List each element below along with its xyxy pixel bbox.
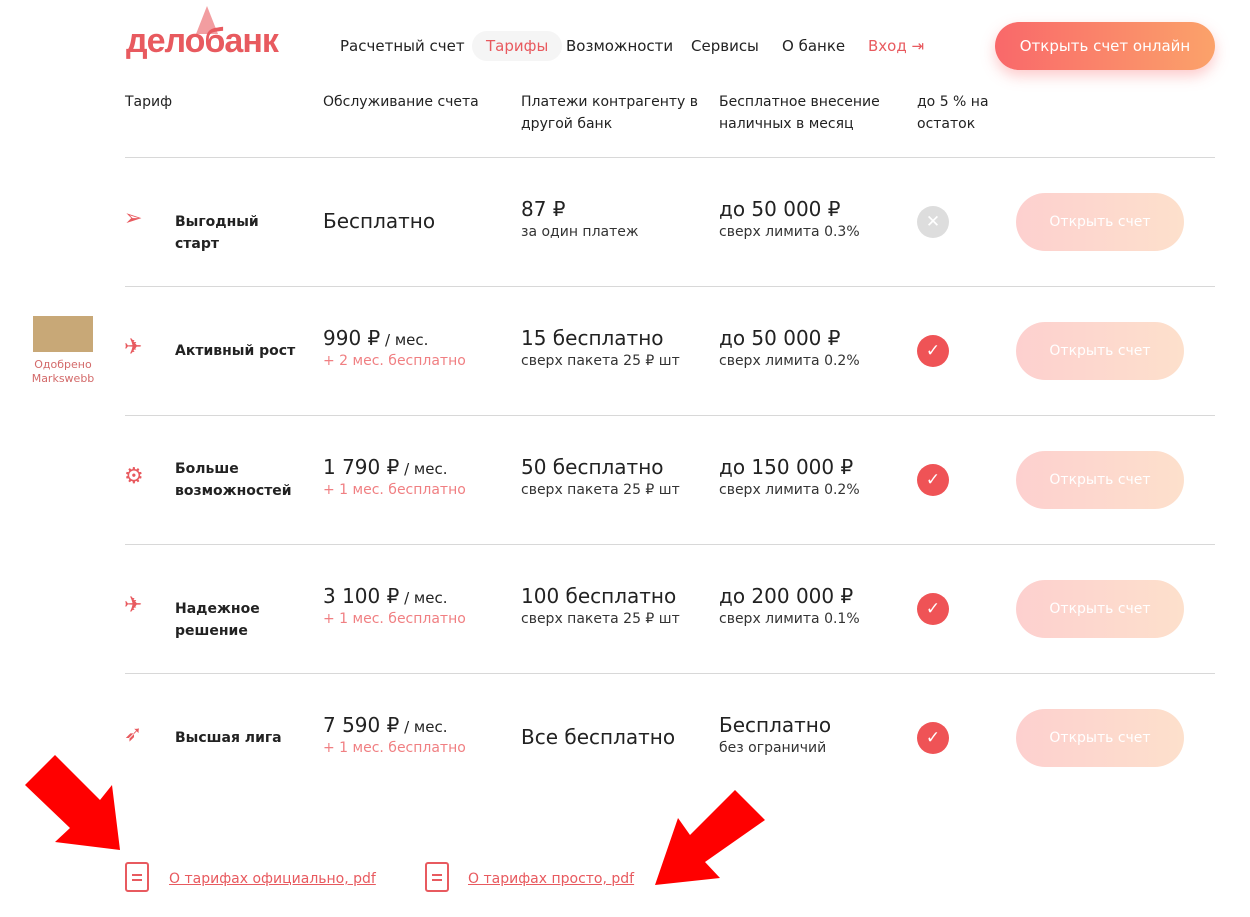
service-price: 3 100 ₽ / мес. bbox=[323, 583, 448, 611]
service-price: Бесплатно bbox=[323, 208, 435, 236]
price-value: 990 ₽ bbox=[323, 326, 381, 350]
row-divider bbox=[125, 415, 1215, 416]
open-account-button[interactable]: Открыть счет bbox=[1016, 193, 1184, 251]
cash-value: до 150 000 ₽ bbox=[719, 455, 854, 479]
row-divider bbox=[125, 544, 1215, 545]
airplane-icon: ✈ bbox=[124, 593, 143, 618]
payments-value: 87 ₽ bbox=[521, 197, 566, 221]
payments-value: 100 бесплатно bbox=[521, 584, 677, 608]
col-cash: Бесплатное внесение наличных в месяц bbox=[719, 94, 880, 132]
cash-value: до 50 000 ₽ bbox=[719, 326, 841, 350]
red-arrow-right bbox=[655, 790, 765, 885]
col-payments: Платежи контрагенту в другой банк bbox=[521, 94, 699, 132]
check-icon: ✓ bbox=[917, 722, 949, 754]
payments-sub: за один платеж bbox=[521, 224, 639, 240]
price-unit: / мес. bbox=[399, 589, 448, 607]
login-icon: ⇥ bbox=[911, 37, 925, 55]
service-price: 1 790 ₽ / мес. bbox=[323, 454, 448, 482]
row-divider bbox=[125, 157, 1215, 158]
tariff-name: Активный рост bbox=[175, 343, 296, 359]
nav-features[interactable]: Возможности bbox=[566, 37, 673, 55]
login-label: Вход bbox=[868, 37, 907, 55]
price-value: 3 100 ₽ bbox=[323, 584, 400, 608]
price-unit: / мес. bbox=[380, 331, 429, 349]
payments-value: 15 бесплатно bbox=[521, 326, 664, 350]
row-divider bbox=[125, 673, 1215, 674]
markswebb-badge-text: Одобрено Markswebb bbox=[31, 358, 95, 385]
cash-sub: сверх лимита 0.2% bbox=[719, 353, 860, 369]
red-arrow-left bbox=[25, 755, 120, 850]
open-account-button[interactable]: Открыть счет bbox=[1016, 451, 1184, 509]
price-value: 1 790 ₽ bbox=[323, 455, 400, 479]
service-price: 7 590 ₽ / мес. bbox=[323, 712, 448, 740]
service-price: 990 ₽ / мес. bbox=[323, 325, 428, 353]
nav-services[interactable]: Сервисы bbox=[691, 37, 759, 55]
markswebb-badge-icon bbox=[33, 316, 93, 352]
price-unit: / мес. bbox=[399, 718, 448, 736]
helicopter-icon: ⚙ bbox=[124, 464, 144, 489]
row-divider bbox=[125, 286, 1215, 287]
payments-value: 50 бесплатно bbox=[521, 455, 664, 479]
price-unit: / мес. bbox=[399, 460, 448, 478]
cross-icon: ✕ bbox=[917, 206, 949, 238]
cash-sub: сверх лимита 0.3% bbox=[719, 224, 860, 240]
tariff-name: Надежное решение bbox=[175, 601, 260, 639]
promo-text: + 1 мес. бесплатно bbox=[323, 482, 466, 498]
payments-sub: сверх пакета 25 ₽ шт bbox=[521, 482, 680, 498]
payments-sub: сверх пакета 25 ₽ шт bbox=[521, 611, 680, 627]
check-icon: ✓ bbox=[917, 335, 949, 367]
col-interest: до 5 % на остаток bbox=[917, 94, 989, 132]
tariff-name: Больше возможностей bbox=[175, 461, 292, 499]
col-service: Обслуживание счета bbox=[323, 94, 479, 110]
annotation-arrows bbox=[25, 755, 765, 885]
cash-value: до 200 000 ₽ bbox=[719, 584, 854, 608]
nav-tariffs[interactable]: Тарифы bbox=[472, 31, 563, 61]
biplane-icon: ✈ bbox=[124, 335, 143, 360]
payments-sub: сверх пакета 25 ₽ шт bbox=[521, 353, 680, 369]
price-value: Бесплатно bbox=[323, 209, 436, 233]
tariff-name: Выгодный старт bbox=[175, 214, 259, 252]
promo-text: + 2 мес. бесплатно bbox=[323, 353, 466, 369]
login-link[interactable]: Вход ⇥ bbox=[868, 37, 924, 55]
open-account-button[interactable]: Открыть счет bbox=[1016, 580, 1184, 638]
check-icon: ✓ bbox=[917, 593, 949, 625]
col-tariff: Тариф bbox=[125, 94, 173, 110]
cash-value: Бесплатно bbox=[719, 713, 832, 737]
open-account-online-button[interactable]: Открыть счет онлайн bbox=[995, 22, 1215, 70]
cash-sub: сверх лимита 0.2% bbox=[719, 482, 860, 498]
cash-value: до 50 000 ₽ bbox=[719, 197, 841, 221]
open-account-button[interactable]: Открыть счет bbox=[1016, 709, 1184, 767]
promo-text: + 1 мес. бесплатно bbox=[323, 611, 466, 627]
cash-sub: сверх лимита 0.1% bbox=[719, 611, 860, 627]
nav-account[interactable]: Расчетный счет bbox=[340, 37, 465, 55]
logo[interactable]: делобанк bbox=[126, 22, 279, 61]
check-icon: ✓ bbox=[917, 464, 949, 496]
open-account-button[interactable]: Открыть счет bbox=[1016, 322, 1184, 380]
nav-about[interactable]: О банке bbox=[782, 37, 845, 55]
paper-plane-icon: ➢ bbox=[124, 206, 143, 231]
price-value: 7 590 ₽ bbox=[323, 713, 400, 737]
